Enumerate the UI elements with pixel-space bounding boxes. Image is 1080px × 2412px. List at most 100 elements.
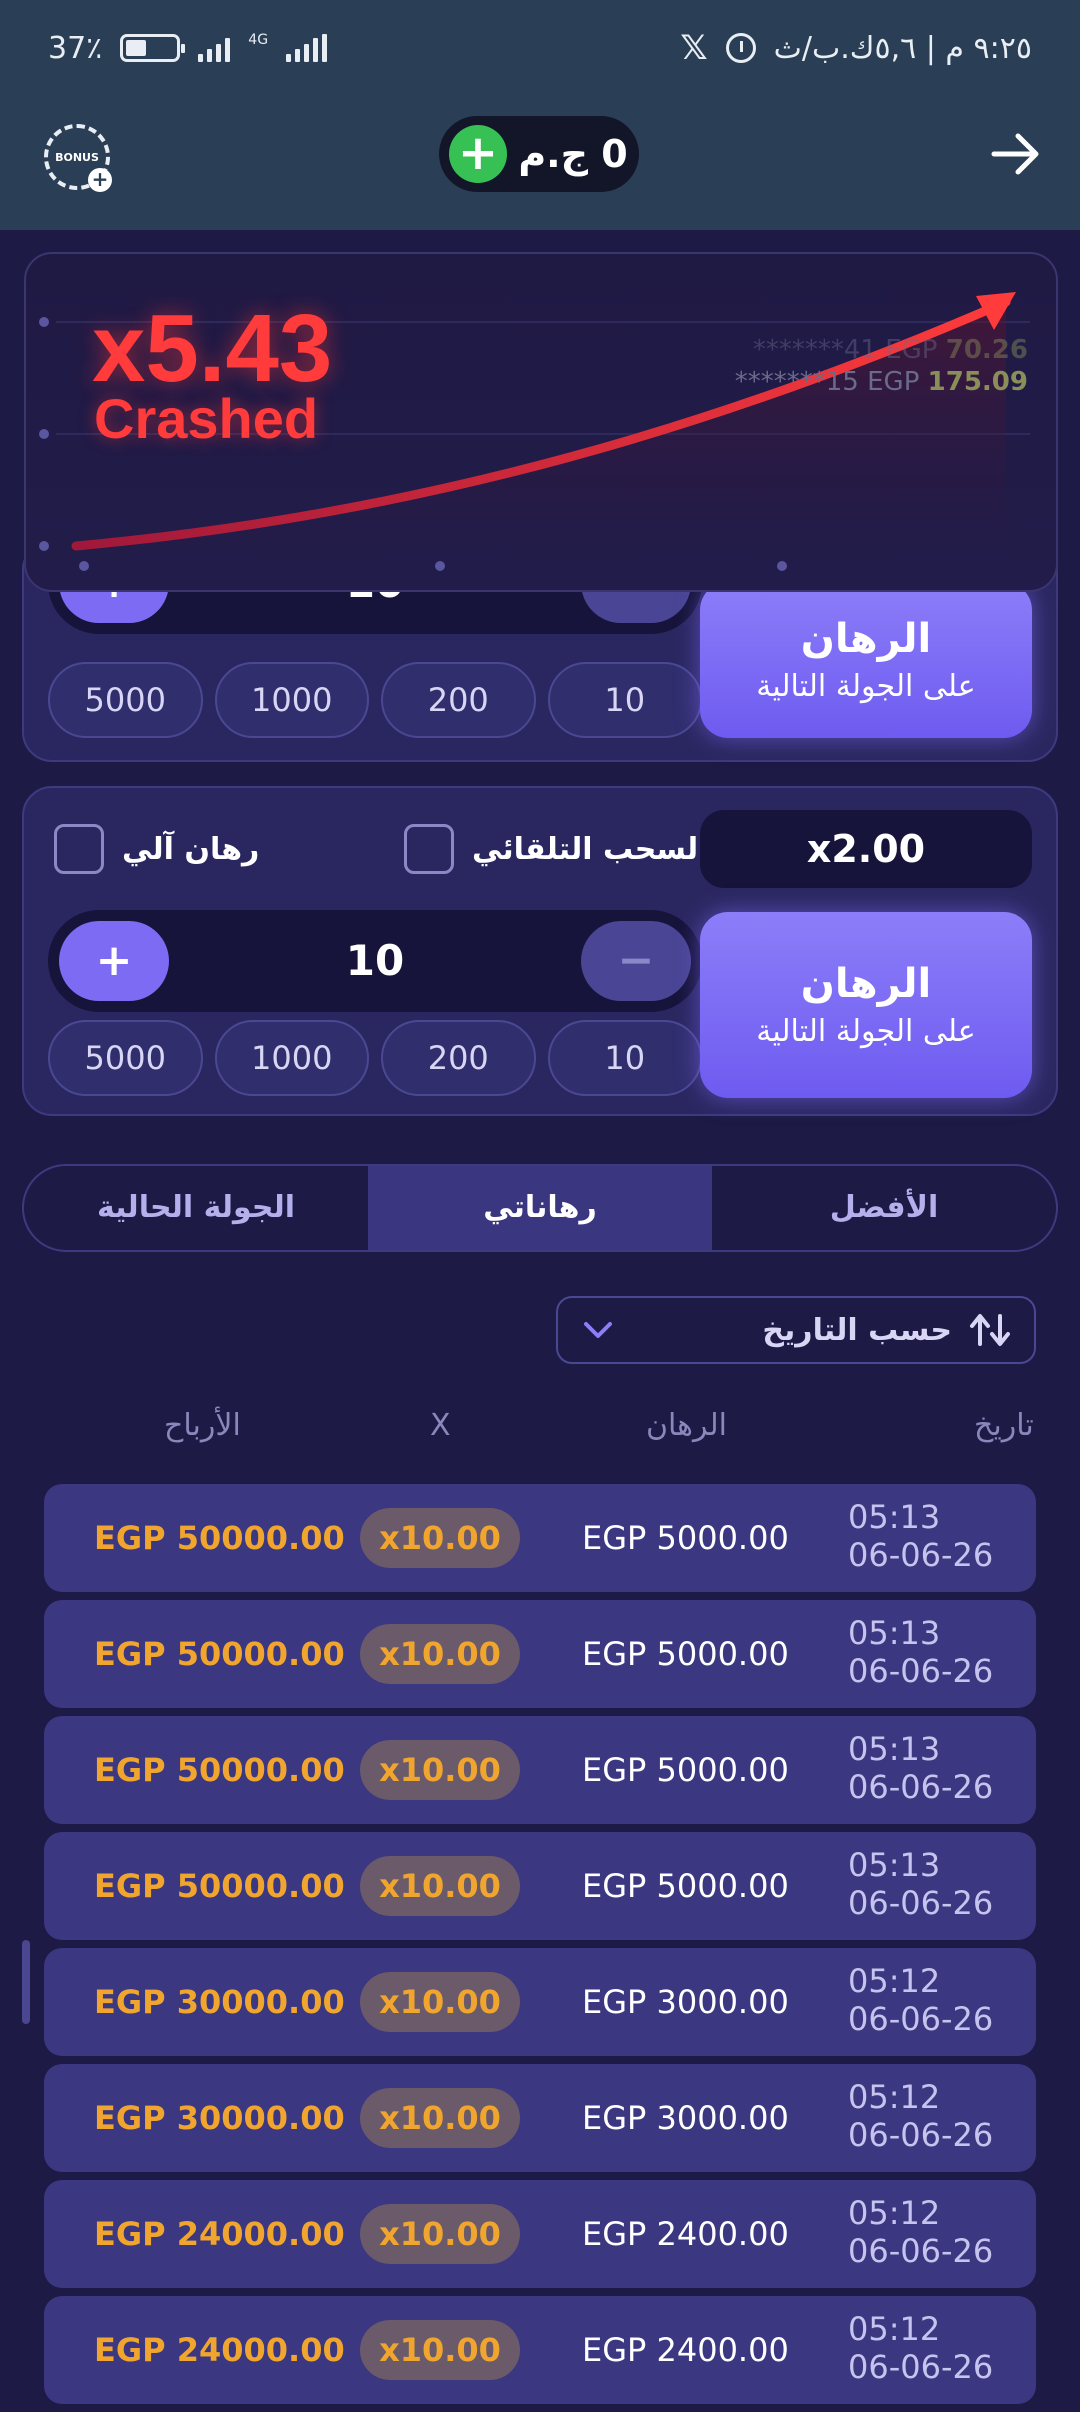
scrollbar-thumb[interactable] [22,1940,30,2024]
header-bet: الرهان [646,1408,728,1443]
sort-select[interactable]: حسب التاريخ [556,1296,1036,1364]
row-multiplier: x10.00 [360,2088,520,2148]
tab-current-round[interactable]: الجولة الحالية [24,1166,368,1250]
row-win: EGP 50000.00 [94,1751,345,1789]
sort-label: حسب التاريخ [762,1312,952,1348]
crash-chart: *******41 EGP 70.26 *******15 EGP 175.09… [24,252,1058,592]
tab-top[interactable]: الأفضل [712,1166,1056,1250]
row-datetime: 05:12 06-06-26 [848,2194,994,2270]
deposit-plus-icon[interactable]: + [449,125,507,183]
auto-cashout-checkbox[interactable] [404,824,454,874]
stake-decrease-button[interactable]: − [581,921,691,1001]
network-type: 4G [248,32,269,48]
header-date: تاريخ [974,1408,1034,1443]
tab-my-bets[interactable]: رهاناتي [368,1166,712,1250]
chip-5000[interactable]: 5000 [48,1020,203,1096]
table-row: EGP 30000.00 x10.00 EGP 3000.00 05:12 06-… [44,2064,1036,2172]
row-win: EGP 30000.00 [94,2099,345,2137]
chip-10[interactable]: 10 [547,662,702,738]
table-row: EGP 50000.00 x10.00 EGP 5000.00 05:13 06-… [44,1832,1036,1940]
battery-icon [120,34,186,62]
chip-10[interactable]: 10 [547,1020,702,1096]
table-row: EGP 50000.00 x10.00 EGP 5000.00 05:13 06-… [44,1716,1036,1824]
winner-feed: *******41 EGP 70.26 *******15 EGP 175.09 [735,334,1028,398]
row-win: EGP 50000.00 [94,1519,345,1557]
row-bet: EGP 2400.00 [582,2215,789,2253]
place-bet-sublabel: على الجولة التالية [756,1014,976,1049]
bets-table: EGP 50000.00 x10.00 EGP 5000.00 05:13 06-… [44,1484,1036,2412]
row-datetime: 05:12 06-06-26 [848,2310,994,2386]
row-bet: EGP 3000.00 [582,2099,789,2137]
row-datetime: 05:13 06-06-26 [848,1846,994,1922]
table-row: EGP 24000.00 x10.00 EGP 2400.00 05:12 06-… [44,2296,1036,2404]
header-x: X [430,1408,451,1443]
crash-status: Crashed [94,387,319,450]
row-bet: EGP 5000.00 [582,1635,789,1673]
auto-bet-checkbox[interactable] [54,824,104,874]
signal-icon [198,34,231,62]
chip-200[interactable]: 200 [381,1020,536,1096]
bonus-label: BONUS [55,150,99,164]
balance-pill[interactable]: + 0 ج.م [439,116,639,192]
row-win: EGP 30000.00 [94,1983,345,2021]
chip-1000[interactable]: 1000 [214,1020,369,1096]
bets-tabs: الجولة الحالية رهاناتي الأفضل [22,1164,1058,1252]
row-win: EGP 24000.00 [94,2215,345,2253]
row-multiplier: x10.00 [360,2204,520,2264]
row-bet: EGP 5000.00 [582,1867,789,1905]
alarm-icon [725,33,756,63]
balance-amount: 0 ج.م [518,132,628,176]
top-bar: BONUS + + 0 ج.م [0,96,1080,230]
row-multiplier: x10.00 [360,1856,520,1916]
bonus-icon[interactable]: BONUS + [44,124,112,192]
row-datetime: 05:13 06-06-26 [848,1730,994,1806]
battery-percent: 37٪ [48,30,103,66]
winner-row: *******41 EGP 70.26 [752,335,1028,365]
arrow-right-icon[interactable] [988,126,1044,182]
table-row: EGP 50000.00 x10.00 EGP 5000.00 05:13 06-… [44,1484,1036,1592]
table-row: EGP 50000.00 x10.00 EGP 5000.00 05:13 06-… [44,1600,1036,1708]
row-multiplier: x10.00 [360,1740,520,1800]
place-bet-button-2[interactable]: الرهان على الجولة التالية [700,912,1032,1098]
row-win: EGP 24000.00 [94,2331,345,2369]
row-datetime: 05:12 06-06-26 [848,1962,994,2038]
chip-200[interactable]: 200 [381,662,536,738]
row-bet: EGP 2400.00 [582,2331,789,2369]
status-right-text: ٩:٢٥ م | ٥,٦ك.ب/ث [773,30,1032,66]
row-win: EGP 50000.00 [94,1635,345,1673]
chip-5000[interactable]: 5000 [48,662,203,738]
row-bet: EGP 5000.00 [582,1519,789,1557]
auto-cashout-option[interactable]: -السحب التلقائي [404,824,721,874]
place-bet-button-1[interactable]: الرهان على الجولة التالية [700,582,1032,738]
chevron-down-icon [584,1322,612,1338]
row-datetime: 05:13 06-06-26 [848,1614,994,1690]
bet-panel-2: رهان آلي -السحب التلقائي x2.00 + 10 − 50… [22,786,1058,1116]
table-row: EGP 24000.00 x10.00 EGP 2400.00 05:12 06-… [44,2180,1036,2288]
row-multiplier: x10.00 [360,1972,520,2032]
row-bet: EGP 5000.00 [582,1751,789,1789]
row-multiplier: x10.00 [360,2320,520,2380]
place-bet-sublabel: على الجولة التالية [756,669,976,704]
row-bet: EGP 3000.00 [582,1983,789,2021]
auto-bet-option[interactable]: رهان آلي [54,824,259,874]
x-app-icon: 𝕏 [680,28,708,68]
table-row: EGP 30000.00 x10.00 EGP 3000.00 05:12 06-… [44,1948,1036,2056]
auto-cashout-label: -السحب التلقائي [472,831,721,867]
row-datetime: 05:12 06-06-26 [848,2078,994,2154]
cashout-multiplier-input[interactable]: x2.00 [700,810,1032,888]
stake-row-2: + 10 − [48,910,702,1012]
row-datetime: 05:13 06-06-26 [848,1498,994,1574]
quick-stake-chips-2: 5000 1000 200 10 [48,1020,702,1096]
status-bar: 37٪ 4G 𝕏 ٩:٢٥ م | ٥,٦ك.ب/ث [0,0,1080,96]
place-bet-label: الرهان [800,961,932,1007]
chip-1000[interactable]: 1000 [214,662,369,738]
plus-icon: + [88,168,112,192]
row-multiplier: x10.00 [360,1624,520,1684]
row-win: EGP 50000.00 [94,1867,345,1905]
quick-stake-chips-1: 5000 1000 200 10 [48,662,702,738]
place-bet-label: الرهان [800,616,932,662]
row-multiplier: x10.00 [360,1508,520,1568]
header-wins: الأرباح [164,1408,241,1443]
sort-arrows-icon [970,1314,1010,1346]
signal-icon-2 [286,34,328,62]
